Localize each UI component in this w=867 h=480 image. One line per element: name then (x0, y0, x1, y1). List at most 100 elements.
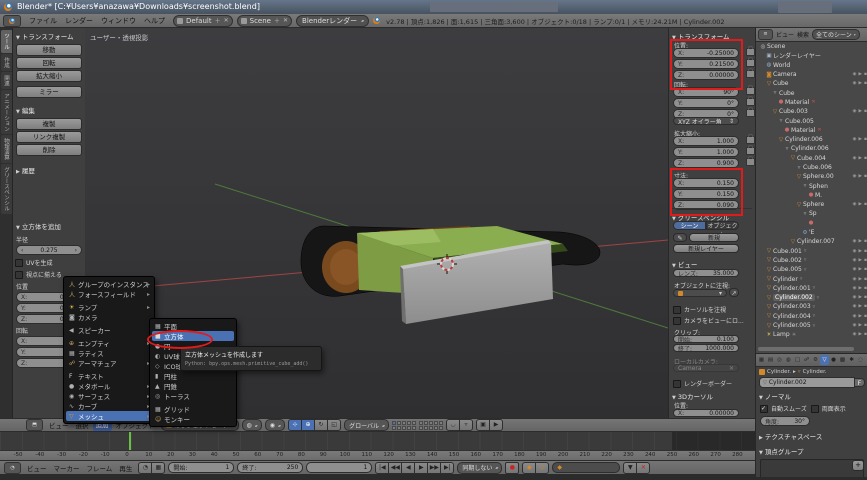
selectable-icon[interactable]: ▶ (858, 323, 861, 328)
add-menu-item[interactable]: ▽ メッシュ ▸ (66, 411, 152, 421)
outliner-row[interactable]: ▿ Cube.006 ✕ ◉ ▶ ▪ (756, 163, 867, 172)
datablock-name-field[interactable]: ▽ Cylinder.002 (759, 377, 855, 388)
selectable-icon[interactable]: ▶ (858, 332, 861, 337)
auto-keyframe-record-button[interactable]: ● (505, 462, 519, 474)
add-menu-item[interactable]: ▦ ラティス ▸ (66, 348, 152, 358)
generate-uv-checkbox[interactable]: UVを生成 (15, 258, 83, 267)
selectable-icon[interactable]: ▶ (858, 295, 861, 300)
scale-field[interactable]: X:1.000 (673, 136, 739, 146)
rotate-manipulator-button[interactable]: ↻ (315, 419, 328, 431)
auto-smooth-checkbox[interactable]: 自動スムーズ (760, 404, 807, 413)
grease-pencil-source-toggle[interactable]: シーン オブジェクト (673, 221, 739, 230)
selectable-icon[interactable]: ▶ (858, 258, 861, 263)
new-layer-button[interactable]: 新規レイヤー (673, 244, 739, 253)
tool-shelf-tab[interactable]: ツール (1, 30, 12, 53)
rotation-field[interactable]: X:90° (673, 87, 739, 97)
mesh-submenu-item[interactable]: ◎ トーラス (152, 391, 234, 401)
pencil-icon-button[interactable]: ✎ (673, 233, 687, 242)
outliner-row[interactable]: ▿ Cube.005 ✕ ◉ ▶ ▪ (756, 116, 867, 125)
manipulator-toggle-button[interactable]: ⊹ (288, 419, 302, 431)
close-scene-icon[interactable]: ✕ (283, 17, 288, 24)
scene-toggle[interactable]: シーン (673, 221, 706, 230)
properties-tab[interactable]: ● (829, 355, 838, 365)
add-menu-item[interactable]: ⊕ エンプティ ▸ (66, 338, 152, 348)
eye-icon[interactable]: ◉ (853, 72, 857, 77)
outliner-row[interactable]: ▽ Cube.003 ✕ ◉ ▶ ▪ (756, 107, 867, 116)
keying-set-field[interactable]: ◆ (552, 462, 620, 473)
vertex-groups-list[interactable]: + (760, 459, 864, 478)
lock-object-dropdown[interactable]: ▾ (673, 289, 727, 297)
outliner-row[interactable]: ▽ Cylinder.005 ▿ ✕ ◉ ▶ ▪ (756, 321, 867, 330)
eye-icon[interactable]: ◉ (853, 314, 857, 319)
mesh-submenu-item[interactable]: ▦ グリッド (152, 404, 234, 414)
properties-tab[interactable]: ◌ (856, 355, 865, 365)
outliner-row[interactable]: ▿ Cube ✕ ◉ ▶ ▪ (756, 88, 867, 97)
delete-keyframe-icon[interactable]: ✕ (637, 462, 650, 474)
selectable-icon[interactable]: ▶ (858, 249, 861, 254)
timeline-menu[interactable]: 再生 (116, 463, 135, 473)
opengl-render-anim-icon[interactable]: ▶ (490, 419, 503, 431)
render-engine-selector[interactable]: Blenderレンダー (296, 15, 369, 27)
scale-field[interactable]: Z:0.900 (673, 158, 739, 168)
tool-button[interactable]: リンク複製 (16, 131, 82, 143)
add-scene-icon[interactable]: ＋ (274, 16, 280, 25)
snap-element-icon[interactable]: ▿ (460, 419, 473, 431)
layers-grid-2[interactable] (419, 421, 443, 430)
frame-start-field[interactable]: 開始: 1 (168, 462, 234, 473)
add-menu-item[interactable]: ● メタボール ▸ (66, 381, 152, 391)
jump-to-end-button[interactable]: ▶| (441, 462, 454, 474)
rotation-mode-dropdown[interactable]: XYZ オイラー角 ⇕ (673, 117, 739, 125)
lock-icon[interactable] (746, 147, 755, 155)
info-editor-icon[interactable] (3, 15, 21, 27)
properties-tab[interactable]: ▤ (766, 355, 775, 365)
frame-lock-icon[interactable]: ▦ (152, 462, 165, 474)
add-menu-item[interactable]: ∿ カーブ ▸ (66, 401, 152, 411)
eye-icon[interactable]: ◉ (853, 332, 857, 337)
eye-icon[interactable]: ◉ (853, 286, 857, 291)
outliner-row[interactable]: ▣ レンダーレイヤー ✕ ◉ ▶ ▪ (756, 51, 867, 60)
outliner-row[interactable]: ▽ Cylinder.002 ▿ ✕ ◉ ▶ ▪ (756, 293, 867, 302)
selectable-icon[interactable]: ▶ (858, 304, 861, 309)
tool-shelf-tab[interactable]: アニメーション (1, 90, 12, 135)
mesh-submenu-item[interactable]: ☺ モンキー (152, 414, 234, 424)
outliner-row[interactable]: ◍ World ✕ ◉ ▶ ▪ (756, 61, 867, 70)
panel-header-texture-space[interactable]: ▶テクスチャスペース (756, 428, 867, 443)
add-menu-item[interactable]: F テキスト ▸ (66, 371, 152, 381)
add-menu-item[interactable]: ◉ サーフェス ▸ (66, 391, 152, 401)
outliner-row[interactable]: ▿ Cylinder.006 ✕ ◉ ▶ ▪ (756, 144, 867, 153)
outliner-row[interactable]: ● M. ✕ ◉ ▶ ▪ (756, 191, 867, 200)
eye-icon[interactable]: ◉ (853, 109, 857, 114)
sync-mode-dropdown[interactable]: 同期しない (457, 462, 502, 474)
clip-start-field[interactable]: 開始: 0.100 (673, 335, 739, 343)
restriction-toggles[interactable]: ◉ ▶ ▪ (853, 239, 867, 244)
selectable-icon[interactable]: ▶ (858, 137, 861, 142)
scene-selector[interactable]: Scene ＋ ✕ (237, 15, 292, 27)
lens-field[interactable]: レンズ: 35.000 (673, 269, 739, 277)
opengl-render-icon[interactable]: ▣ (476, 419, 490, 431)
eye-icon[interactable]: ◉ (853, 258, 857, 263)
insert-keyframe-icon[interactable]: ▼ (623, 462, 637, 474)
double-sided-checkbox[interactable]: 両面表示 (811, 404, 846, 413)
radius-field[interactable]: ‹ 0.275 › (16, 245, 82, 255)
add-menu-item[interactable]: ☍ アーマチュア ▸ (66, 358, 152, 368)
rotation-field[interactable]: Y:0° (673, 98, 739, 108)
location-field[interactable]: X:-0.25000 (673, 48, 739, 58)
properties-tab[interactable]: □ (793, 355, 802, 365)
lock-icon[interactable] (746, 59, 755, 67)
screen-layout-selector[interactable]: Default ＋ ✕ (173, 15, 233, 27)
timeline-track[interactable] (0, 432, 755, 450)
location-field[interactable]: Z:0.00000 (673, 70, 739, 80)
orientation-selector[interactable]: グローバル (344, 419, 389, 431)
outliner-row[interactable]: ▽ Cylinder.007 ✕ ◉ ▶ ▪ (756, 237, 867, 246)
outliner-filter-dropdown[interactable]: 全てのシーン (812, 29, 860, 40)
outliner-row[interactable]: ▽ Sphere.00 ✕ ◉ ▶ ▪ (756, 172, 867, 181)
timeline-editor-icon[interactable]: ◔ (4, 462, 21, 474)
panel-header-history[interactable]: ▶履歴 (13, 162, 85, 177)
outliner-row[interactable]: ⚙ 'E ✕ ◉ ▶ ▪ (756, 228, 867, 237)
tool-button[interactable]: 回転 (16, 57, 82, 69)
properties-tab[interactable]: ☍ (802, 355, 811, 365)
eye-icon[interactable]: ◉ (853, 174, 857, 179)
outliner-row[interactable]: ▽ Cylinder.004 ▿ ✕ ◉ ▶ ▪ (756, 312, 867, 321)
outliner-row[interactable]: ▿ Sphen ✕ ◉ ▶ ▪ (756, 181, 867, 190)
lock-icon[interactable] (746, 48, 755, 56)
